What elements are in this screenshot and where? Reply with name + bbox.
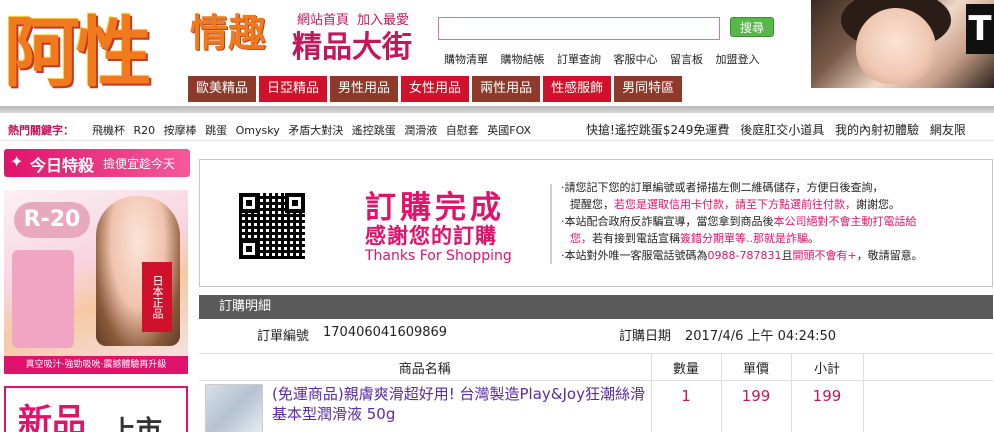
header-divider (0, 106, 994, 113)
service-link[interactable]: 客服中心 (614, 53, 658, 66)
panel-divider (540, 184, 552, 264)
nav-japanese[interactable]: 日亞精品 (259, 76, 328, 102)
member-links: 購物清單 購物結帳 訂單查詢 客服中心 留言板 加盟登入 (444, 51, 769, 67)
logo-sub2-text: 精品大街 (292, 30, 412, 65)
hot-keyword[interactable]: 英國FOX (487, 124, 531, 137)
item-quantity: 1 (651, 380, 722, 432)
today-sale-subtitle: 撿便宜趁今天 (103, 157, 176, 171)
banner-face (856, 8, 936, 84)
marquee-item[interactable]: 我的內射初體驗 (835, 123, 919, 137)
new-arrivals-banner[interactable]: 新品 上市 (4, 386, 188, 432)
new-arrivals-subtitle: 上市 (110, 416, 163, 432)
search-button[interactable]: 搜尋 (730, 17, 774, 37)
order-query-link[interactable]: 訂單查詢 (557, 53, 601, 66)
hot-keyword[interactable]: 按摩棒 (164, 124, 197, 137)
order-number-label: 訂單編號 (257, 329, 310, 344)
top-links: 網站首頁 加入最愛 (297, 9, 417, 28)
blank-cell (863, 381, 993, 432)
banner-photo[interactable]: T (811, 0, 994, 88)
hot-keyword[interactable]: 飛機杯 (92, 124, 125, 137)
cart-link[interactable]: 購物清單 (444, 53, 488, 66)
order-detail-header: 訂購明細 (199, 295, 993, 319)
nav-western[interactable]: 歐美精品 (188, 76, 257, 102)
product-cell: (免運商品)親膚爽滑超好用! 台灣製造Play&Joy狂潮絲滑基本型潤滑液 50… (199, 380, 652, 432)
today-sale-banner[interactable]: ✦ 今日特殺 撿便宜趁今天 (4, 149, 190, 177)
order-date-label: 訂購日期 (619, 329, 672, 344)
hot-keyword[interactable]: 跳蛋 (205, 124, 227, 137)
hot-keywords-title: 熱門關鍵字： (8, 124, 74, 137)
note-line: 提醒您，若您是選取信用卡付款，請至下方點選前往付款，謝謝您。 (570, 198, 900, 211)
hot-keyword[interactable]: 遙控跳蛋 (352, 124, 396, 137)
marquee-item[interactable]: 後庭肛交小道具 (740, 123, 824, 137)
note-line: ‧本站配合政府反詐騙宣導，當您拿到商品後本公司絕對不會主動打電話給 (561, 215, 917, 228)
promo-tag: 日本正品 (142, 262, 172, 332)
note-line: 您，若有接到電話宣稱簽錯分期單等..那就是詐騙。 (570, 232, 819, 245)
promo-ad-r20[interactable]: R-20 日本正品 真空吸汁‧強勁吸吮‧震撼體驗再升級 (4, 190, 188, 374)
order-complete-panel: 訂購完成 感謝您的訂購 Thanks For Shopping ‧請您記下您的訂… (199, 159, 993, 287)
promo-marquee: 快搶!遙控跳蛋$249免運費 後庭肛交小道具 我的內射初體驗 網友限 (586, 121, 973, 138)
nav-male[interactable]: 男性用品 (330, 76, 399, 102)
guestbook-link[interactable]: 留言板 (670, 53, 703, 66)
promo-product-box (12, 250, 74, 348)
site-header: 阿性 情趣 精品大街 網站首頁 加入最愛 搜尋 購物清單 購物結帳 訂單查詢 客服… (0, 0, 994, 110)
today-sale-title: 今日特殺 (30, 156, 95, 175)
logo-sub-text: 情趣 (190, 11, 267, 55)
note-line: ‧本站對外唯一客服電話號碼為0988-787831且開頭不會有+，敬請留意。 (561, 249, 923, 262)
table-row: (免運商品)親膚爽滑超好用! 台灣製造Play&Joy狂潮絲滑基本型潤滑液 50… (199, 380, 993, 432)
marquee-item[interactable]: 快搶!遙控跳蛋$249免運費 (586, 123, 729, 137)
franchise-link[interactable]: 加盟登入 (716, 53, 760, 66)
order-date-value: 2017/4/6 上午 04:24:50 (685, 329, 837, 344)
col-unit-price: 單價 (721, 353, 792, 381)
bookmark-link[interactable]: 加入最愛 (357, 13, 409, 28)
item-price: 199 (721, 380, 792, 432)
site-logo[interactable]: 阿性 (4, 6, 194, 106)
star-icon: ✦ (10, 152, 24, 171)
marquee-item[interactable]: 網友限 (930, 123, 966, 137)
checkout-link[interactable]: 購物結帳 (501, 53, 545, 66)
nav-female[interactable]: 女性用品 (401, 76, 470, 102)
product-name-link[interactable]: (免運商品)親膚爽滑超好用! 台灣製造Play&Joy狂潮絲滑基本型潤滑液 50… (272, 384, 652, 424)
col-product-name: 商品名稱 (199, 353, 652, 381)
nav-gay[interactable]: 男同特區 (614, 76, 683, 102)
hot-keyword[interactable]: R20 (134, 124, 156, 137)
hot-keyword[interactable]: Omysky (236, 124, 280, 137)
new-arrivals-title: 新品 (18, 402, 86, 432)
hot-keywords-list: 飛機杯 R20 按摩棒 跳蛋 Omysky 矛盾大對決 遙控跳蛋 潤滑液 自慰套… (92, 122, 536, 138)
promo-r20-badge: R-20 (14, 202, 90, 238)
col-subtotal: 小計 (791, 353, 864, 381)
home-link[interactable]: 網站首頁 (297, 13, 349, 28)
order-number-value: 170406041609869 (323, 325, 448, 340)
hot-keyword[interactable]: 潤滑液 (404, 124, 437, 137)
category-nav: 歐美精品 日亞精品 男性用品 女性用品 兩性用品 性感服飾 男同特區 (188, 76, 685, 102)
order-items-table: 商品名稱 數量 單價 小計 (免運商品)親膚爽滑超好用! 台灣製造Play&Jo… (199, 353, 993, 432)
item-subtotal: 199 (791, 380, 864, 432)
search-input[interactable] (438, 17, 720, 40)
hot-keyword[interactable]: 自慰套 (446, 124, 479, 137)
order-info-row: 訂單編號 170406041609869 訂購日期 2017/4/6 上午 04… (199, 320, 993, 346)
note-line: ‧請您記下您的訂單編號或者掃描左側二維碼儲存，方便日後查詢， (561, 181, 884, 194)
nav-couple[interactable]: 兩性用品 (472, 76, 541, 102)
hot-keywords-bar: 熱門關鍵字： 飛機杯 R20 按摩棒 跳蛋 Omysky 矛盾大對決 遙控跳蛋 … (0, 117, 994, 141)
banner-letter: T (966, 4, 994, 54)
promo-footer-text: 真空吸汁‧強勁吸吮‧震撼體驗再升級 (4, 356, 188, 374)
product-thumbnail[interactable] (205, 384, 263, 432)
nav-lingerie[interactable]: 性感服飾 (543, 76, 612, 102)
col-quantity: 數量 (651, 353, 722, 381)
order-notes: ‧請您記下您的訂單編號或者掃描左側二維碼儲存，方便日後查詢， 提醒您，若您是選取… (561, 179, 981, 264)
order-complete-subtitle: 感謝您的訂購 (365, 224, 497, 248)
qr-code-icon (239, 193, 305, 259)
logo-main-text: 阿性 (4, 8, 152, 97)
order-complete-english: Thanks For Shopping (365, 248, 512, 264)
col-blank (863, 353, 993, 381)
hot-keyword[interactable]: 矛盾大對決 (288, 124, 343, 137)
